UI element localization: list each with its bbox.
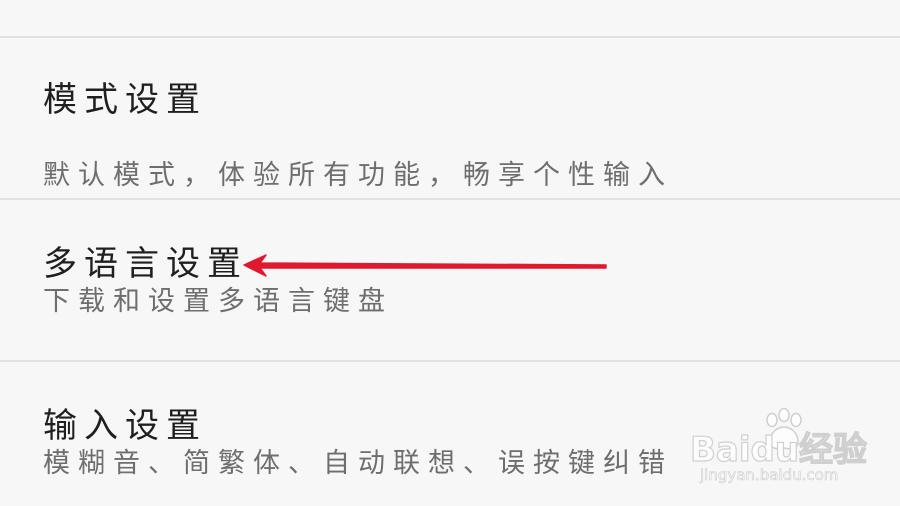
setting-title-multilanguage: 多语言设置 [43,244,248,284]
watermark-logo: Baidu经验 [689,429,868,470]
settings-screen: 模式设置 默认模式，体验所有功能，畅享个性输入 多语言设置 下载和设置多语言键盘… [0,0,900,506]
setting-title-input: 输入设置 [43,406,207,446]
watermark-url: jingyan.baidu.com [700,466,839,485]
setting-desc-input: 模糊音、简繁体、自动联想、误按键纠错 [43,448,673,479]
setting-item-mode[interactable]: 模式设置 默认模式，体验所有功能，畅享个性输入 [0,38,900,198]
setting-desc-mode: 默认模式，体验所有功能，畅享个性输入 [43,160,673,191]
annotation-arrow-icon [243,254,607,277]
setting-title-mode: 模式设置 [43,80,207,120]
setting-item-multilanguage[interactable]: 多语言设置 下载和设置多语言键盘 [0,200,900,360]
setting-desc-multilanguage: 下载和设置多语言键盘 [43,286,393,317]
baidu-jingyan-watermark: Baidu经验 jingyan.baidu.com [688,406,868,498]
